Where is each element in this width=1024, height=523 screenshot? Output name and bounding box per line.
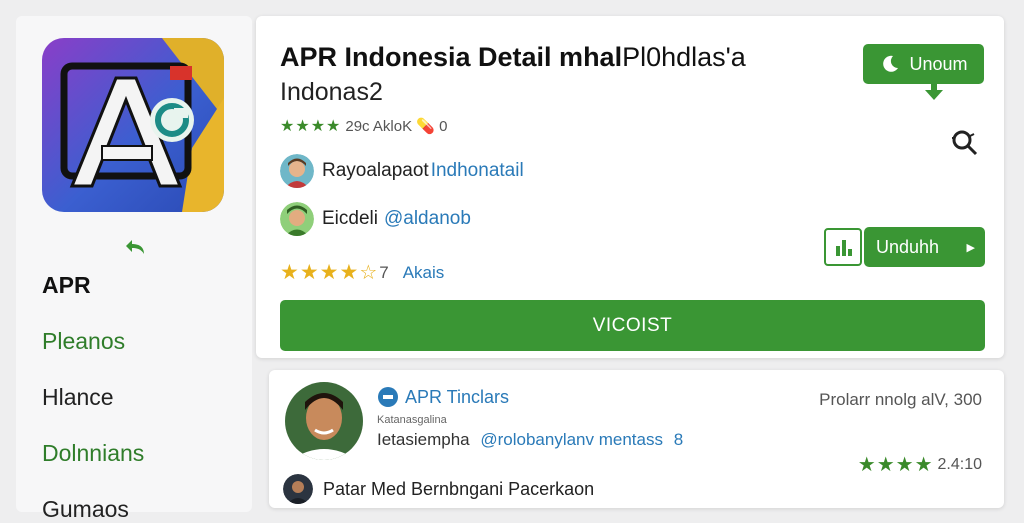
review-body-tail: 8 <box>673 430 684 449</box>
download-button[interactable]: Unduhh ▶ <box>864 227 985 267</box>
rating-stars-icon: ★★★★ <box>280 118 342 135</box>
page-subtitle: Indonas2 <box>280 78 383 106</box>
rating-label[interactable]: Akais <box>403 263 445 283</box>
title-rest: Pl0hdlas'a <box>622 42 746 72</box>
review-body-link[interactable]: @rolobanylanv mentass <box>480 430 663 449</box>
reviewer-name-text: APR Tinclars <box>405 386 510 407</box>
search-icon[interactable] <box>950 128 980 158</box>
reviewer-avatar <box>285 382 363 460</box>
developer-name: Rayoalapaot <box>322 160 429 181</box>
developer-name: Eicdeli <box>322 208 378 229</box>
review-score: 2.4:10 <box>937 455 982 473</box>
review-caption: Katanasgalina <box>377 414 447 426</box>
gold-stars-icon: ★★★★ <box>280 261 360 284</box>
review-stars-icon: ★★★★ <box>857 454 934 476</box>
rating-summary-text: 29c AkloK 💊 0 <box>345 118 448 135</box>
sidebar-title: APR <box>42 272 91 298</box>
rating-summary: ★★★★ 29c AkloK 💊 0 <box>280 116 447 136</box>
rating-score: 7 <box>379 262 389 282</box>
install-button-label: Unoum <box>909 53 968 74</box>
review-rating: ★★★★ 2.4:10 <box>858 452 982 477</box>
download-button-label: Unduhh <box>876 236 940 257</box>
page-title: APR Indonesia Detail mhalPl0hdlas'a <box>280 42 746 73</box>
half-star-icon: ☆ <box>359 262 378 284</box>
developer-row-1: Rayoalapaot Indhonatail <box>280 154 524 188</box>
reviewer-name: APR Tinclars <box>377 386 509 408</box>
app-logo-icon <box>42 38 224 212</box>
sidebar-item-pleanos[interactable]: Pleanos <box>42 328 125 355</box>
download-arrow-icon <box>925 78 943 100</box>
developer-link[interactable]: @aldanob <box>384 208 471 230</box>
sidebar-item-gumaos[interactable]: Gumaos <box>42 496 129 523</box>
moon-icon <box>883 55 899 72</box>
title-bold: APR Indonesia Detail mhal <box>280 42 623 72</box>
app-sidebar: APR Pleanos Hlance Dolnnians Gumaos <box>16 16 252 522</box>
developer-avatar <box>280 154 314 188</box>
sidebar-item-dolnnians[interactable]: Dolnnians <box>42 440 144 467</box>
back-arrow-icon[interactable] <box>124 238 148 258</box>
review-body: Ietasiempha @rolobanylanv mentass 8 <box>377 430 683 450</box>
stats-button[interactable] <box>824 228 862 266</box>
primary-action-bar[interactable]: VICOIST <box>280 300 985 351</box>
developer-row-2: Eicdeli @aldanob <box>280 202 471 236</box>
bar-chart-icon <box>836 240 852 256</box>
developer-avatar <box>280 202 314 236</box>
review-footer: Patar Med Bernbngani Pacerkaon <box>283 474 594 504</box>
review-body-text: Ietasiempha <box>377 430 470 449</box>
chevron-right-icon: ▶ <box>966 241 975 254</box>
review-meta: Prolarr nnolg alV, 300 <box>819 390 982 409</box>
developer-link[interactable]: Indhonatail <box>431 160 524 182</box>
review-card: APR Tinclars Prolarr nnolg alV, 300 Kata… <box>269 370 1004 508</box>
verified-icon <box>378 387 398 407</box>
footer-avatar <box>283 474 313 504</box>
review-footer-text[interactable]: Patar Med Bernbngani Pacerkaon <box>323 479 594 500</box>
sidebar-item-hlance[interactable]: Hlance <box>42 384 114 411</box>
app-detail-card: APR Indonesia Detail mhalPl0hdlas'a Indo… <box>256 16 1004 358</box>
rating-row: ★★★★ ☆ 7 Akais <box>280 260 444 285</box>
